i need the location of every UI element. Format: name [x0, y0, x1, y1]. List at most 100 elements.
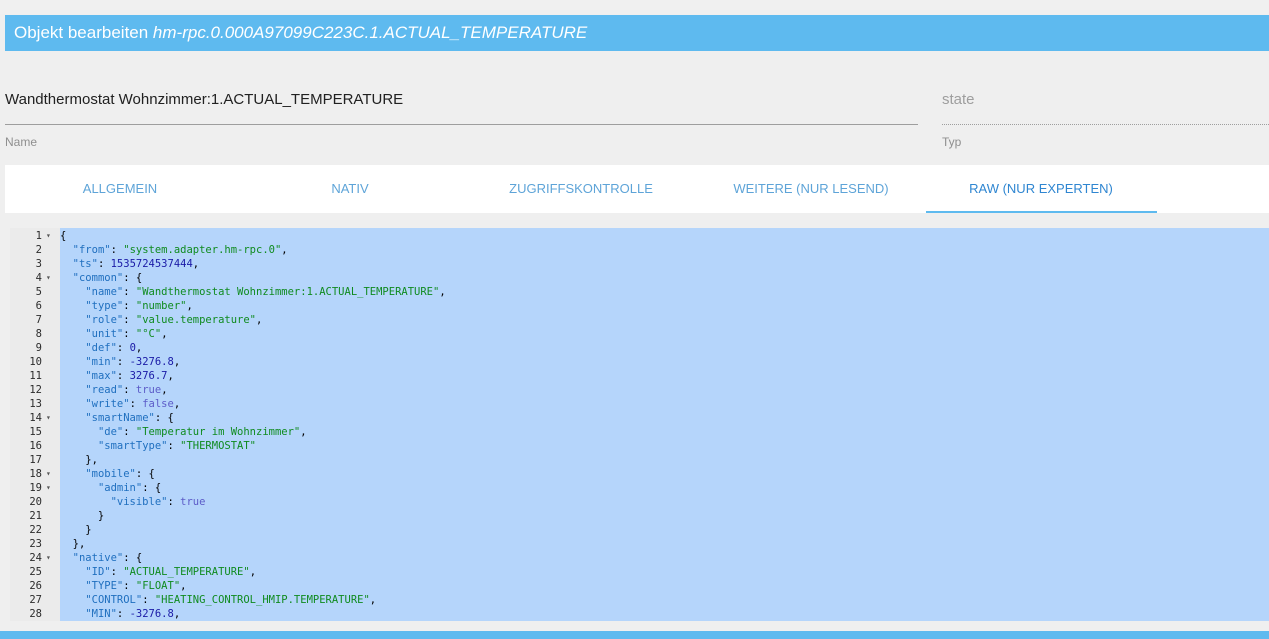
code-line[interactable]: 24 ▾ "native": {	[10, 551, 1269, 565]
tab-nativ[interactable]: NATIV	[235, 165, 465, 213]
code-text: "read": true,	[85, 384, 168, 396]
line-number: 2	[35, 244, 42, 256]
tab-bar: ALLGEMEIN NATIV ZUGRIFFSKONTROLLE WEITER…	[5, 165, 1269, 213]
line-number: 13	[29, 398, 42, 410]
fold-arrow-icon[interactable]: ▾	[46, 551, 56, 565]
name-label: Name	[5, 135, 38, 149]
code-text: "de": "Temperatur im Wohnzimmer",	[97, 426, 307, 438]
line-number: 5	[35, 286, 42, 298]
line-number: 14	[29, 412, 42, 424]
code-line[interactable]: 2 "from": "system.adapter.hm-rpc.0",	[10, 243, 1269, 257]
code-text: "max": 3276.7,	[85, 370, 174, 382]
code-line[interactable]: 3 "ts": 1535724537444,	[10, 257, 1269, 271]
code-line[interactable]: 1 ▾ {	[10, 229, 1269, 243]
type-field: state	[942, 82, 1269, 125]
line-number: 27	[29, 594, 42, 606]
line-number: 11	[29, 370, 42, 382]
code-line[interactable]: 4 ▾ "common": {	[10, 271, 1269, 285]
name-field[interactable]: Wandthermostat Wohnzimmer:1.ACTUAL_TEMPE…	[5, 82, 918, 125]
line-number: 26	[29, 580, 42, 592]
tab-zugriffskontrolle[interactable]: ZUGRIFFSKONTROLLE	[466, 165, 696, 213]
code-text: },	[60, 454, 98, 466]
object-id: hm-rpc.0.000A97099C223C.1.ACTUAL_TEMPERA…	[152, 23, 588, 42]
line-number: 23	[29, 538, 42, 550]
tab-raw[interactable]: RAW (NUR EXPERTEN)	[926, 165, 1156, 213]
code-text: },	[60, 538, 86, 550]
editor-lines: 1 ▾{2 "from": "system.adapter.hm-rpc.0", 3…	[10, 229, 1269, 621]
code-text: "common": {	[72, 272, 143, 284]
active-tab-indicator	[926, 211, 1157, 213]
code-line[interactable]: 10 "min": -3276.8,	[10, 355, 1269, 369]
code-text: "type": "number",	[85, 300, 193, 312]
top-strip	[0, 0, 1269, 14]
fold-arrow-icon[interactable]: ▾	[46, 271, 56, 285]
code-text: "admin": {	[97, 482, 162, 494]
code-line[interactable]: 16 "smartType": "THERMOSTAT"	[10, 439, 1269, 453]
code-text: }	[60, 524, 92, 536]
code-line[interactable]: 13 "write": false,	[10, 397, 1269, 411]
code-text: {	[60, 230, 67, 242]
code-line[interactable]: 27 "CONTROL": "HEATING_CONTROL_HMIP.TEMP…	[10, 593, 1269, 607]
line-number: 20	[29, 496, 42, 508]
code-line[interactable]: 28 "MIN": -3276.8,	[10, 607, 1269, 621]
code-line[interactable]: 18 ▾ "mobile": {	[10, 467, 1269, 481]
code-line[interactable]: 26 "TYPE": "FLOAT",	[10, 579, 1269, 593]
fold-arrow-icon[interactable]: ▾	[46, 229, 56, 243]
name-input-value[interactable]: Wandthermostat Wohnzimmer:1.ACTUAL_TEMPE…	[5, 91, 403, 108]
line-number: 25	[29, 566, 42, 578]
code-line[interactable]: 9 "def": 0,	[10, 341, 1269, 355]
line-number: 17	[29, 454, 42, 466]
code-line[interactable]: 11 "max": 3276.7,	[10, 369, 1269, 383]
code-text: "visible": true	[110, 496, 206, 508]
code-text: "CONTROL": "HEATING_CONTROL_HMIP.TEMPERA…	[85, 594, 377, 606]
line-number: 4	[35, 272, 42, 284]
tab-allgemein[interactable]: ALLGEMEIN	[5, 165, 235, 213]
line-number: 22	[29, 524, 42, 536]
code-line[interactable]: 12 "read": true,	[10, 383, 1269, 397]
fold-arrow-icon[interactable]: ▾	[46, 467, 56, 481]
type-label: Typ	[942, 135, 962, 149]
json-editor[interactable]: 1 ▾{2 "from": "system.adapter.hm-rpc.0", 3…	[10, 228, 1269, 621]
line-number: 28	[29, 608, 42, 620]
code-line[interactable]: 8 "unit": "°C",	[10, 327, 1269, 341]
fold-arrow-icon[interactable]: ▾	[46, 481, 56, 495]
line-number: 10	[29, 356, 42, 368]
line-number: 18	[29, 468, 42, 480]
line-number: 7	[35, 314, 42, 326]
tab-weitere[interactable]: WEITERE (NUR LESEND)	[696, 165, 926, 213]
code-line[interactable]: 17 },	[10, 453, 1269, 467]
line-number: 19	[29, 482, 42, 494]
code-line[interactable]: 23 },	[10, 537, 1269, 551]
type-value: state	[942, 91, 975, 108]
line-number: 24	[29, 552, 42, 564]
code-text: "ID": "ACTUAL_TEMPERATURE",	[85, 566, 257, 578]
code-text: "native": {	[72, 552, 143, 564]
line-number: 16	[29, 440, 42, 452]
line-number: 15	[29, 426, 42, 438]
code-line[interactable]: 21 }	[10, 509, 1269, 523]
line-number: 1	[35, 230, 42, 242]
code-line[interactable]: 7 "role": "value.temperature",	[10, 313, 1269, 327]
code-line[interactable]: 19 ▾ "admin": {	[10, 481, 1269, 495]
code-text: "name": "Wandthermostat Wohnzimmer:1.ACT…	[85, 286, 446, 298]
code-line[interactable]: 5 "name": "Wandthermostat Wohnzimmer:1.A…	[10, 285, 1269, 299]
code-text: "TYPE": "FLOAT",	[85, 580, 187, 592]
code-line[interactable]: 15 "de": "Temperatur im Wohnzimmer",	[10, 425, 1269, 439]
code-text: "unit": "°C",	[85, 328, 168, 340]
code-text: }	[60, 510, 105, 522]
line-number: 9	[35, 342, 42, 354]
code-line[interactable]: 20 "visible": true	[10, 495, 1269, 509]
code-line[interactable]: 25 "ID": "ACTUAL_TEMPERATURE",	[10, 565, 1269, 579]
code-line[interactable]: 6 "type": "number",	[10, 299, 1269, 313]
code-text: "mobile": {	[85, 468, 155, 480]
code-line[interactable]: 14 ▾ "smartName": {	[10, 411, 1269, 425]
code-line[interactable]: 22 }	[10, 523, 1269, 537]
line-number: 3	[35, 258, 42, 270]
object-edit-dialog: Objekt bearbeiten hm-rpc.0.000A97099C223…	[0, 0, 1269, 639]
dialog-title-bar: Objekt bearbeiten hm-rpc.0.000A97099C223…	[5, 15, 1269, 51]
line-number: 8	[35, 328, 42, 340]
fold-arrow-icon[interactable]: ▾	[46, 411, 56, 425]
code-text: "ts": 1535724537444,	[72, 258, 200, 270]
code-text: "MIN": -3276.8,	[85, 608, 181, 620]
code-text: "from": "system.adapter.hm-rpc.0",	[72, 244, 288, 256]
